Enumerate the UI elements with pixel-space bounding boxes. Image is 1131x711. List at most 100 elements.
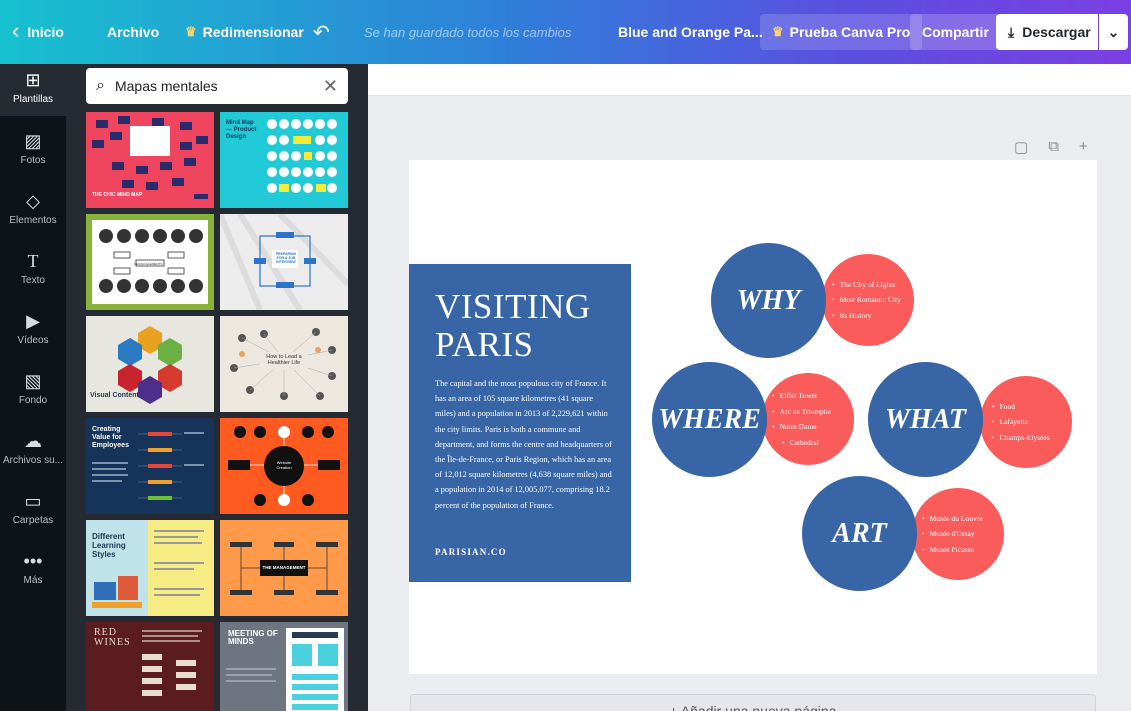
rail-item-elements[interactable]: ◇ Elementos [0,191,66,226]
template-thumbnail[interactable]: MEETING OF MINDS [220,622,348,711]
search-icon: ⌕ [96,77,105,94]
template-thumbnail[interactable]: Website Creation [220,418,348,514]
resize-label: Redimensionar [202,24,304,40]
art-details-circle[interactable]: Musée du Louvre Musée d'Orsay Musée Pica… [912,488,1004,580]
detail-item: Musée du Louvre [922,511,983,527]
template-caption: Mind Map — Product Design [226,120,257,140]
template-thumbnail[interactable]: Mind Map — Product Design [220,112,348,208]
note-icon[interactable]: ▢ [1014,138,1028,156]
template-caption: DESIGN ELEMENTS [134,262,163,266]
detail-item: Musée d'Orsay [922,526,983,542]
node-label: WHAT [885,403,966,435]
rail-item-label: Fondo [18,395,48,406]
template-thumbnail[interactable]: Different Learning Styles [86,520,214,616]
top-bar: ‹ Inicio Archivo ♛ Redimensionar ↶ Se ha… [0,0,1131,64]
download-label: Descargar [1022,24,1091,40]
title-line: PARIS [435,325,534,364]
rail-item-folders[interactable]: ▭ Carpetas [0,491,66,526]
more-icon: ••• [23,551,43,571]
rail-item-label: Texto [21,275,45,286]
why-circle[interactable]: WHY [711,243,826,358]
template-thumbnail[interactable]: THE MANAGEMENT [220,520,348,616]
try-pro-label: Prueba Canva Pro [789,24,911,40]
design-brand[interactable]: PARISIAN.CO [435,547,507,557]
folder-icon: ▭ [24,491,42,511]
search-input[interactable] [114,78,313,94]
template-caption: RED WINES [94,627,131,648]
detail-item: Champs-Elysées [992,430,1050,446]
home-button[interactable]: ‹ Inicio [12,0,64,64]
download-options-button[interactable]: ⌄ [1099,14,1128,50]
template-thumbnail[interactable]: THE CHIC MIND MAP [86,112,214,208]
template-thumbnail[interactable]: RED WINES [86,622,214,711]
rail-item-label: Plantillas [12,94,54,105]
rail-item-label: Más [23,575,43,586]
duplicate-page-icon[interactable]: ⧉ [1048,138,1059,156]
rail-item-background[interactable]: ▧ Fondo [0,371,66,406]
detail-item: Most Romantic City [832,292,901,308]
detail-item: Arc de Triomphe [772,404,831,420]
detail-list: The City of Lights Most Romantic City It… [832,277,901,324]
where-circle[interactable]: WHERE [652,362,767,477]
art-circle[interactable]: ART [802,476,917,591]
rail-item-videos[interactable]: ▶ Vídeos [0,311,66,346]
detail-list: Musée du Louvre Musée d'Orsay Musée Pica… [922,511,983,558]
shapes-icon: ◇ [26,191,40,211]
download-icon: ⤓ [1008,23,1015,40]
template-thumbnail[interactable]: How to Lead a Healthier Life [220,316,348,412]
photo-icon: ▨ [24,131,42,151]
detail-item: Cathedral [772,435,831,451]
template-thumbnail[interactable]: PREPARING FOR A JOB INTERVIEW [220,214,348,310]
rail-item-label: Archivos su... [2,455,64,466]
undo-icon: ↶ [313,21,330,44]
template-thumbnail[interactable]: Visual Content [86,316,214,412]
rail-item-templates[interactable]: ⊞ Plantillas [0,64,66,116]
detail-list: Food Lafayette Champs-Elysées [992,399,1050,446]
detail-list: Eiffel Tower Arc de Triomphe Notre Dame … [772,388,831,450]
document-title[interactable]: Blue and Orange Pa... [618,0,763,64]
add-page-button[interactable]: + Añadir una nueva página [410,694,1096,711]
template-caption: How to Lead a Healthier Life [266,354,302,366]
design-title[interactable]: VISITING PARIS [435,288,591,364]
template-caption: Visual Content [90,392,139,399]
detail-item: Eiffel Tower [772,388,831,404]
where-details-circle[interactable]: Eiffel Tower Arc de Triomphe Notre Dame … [762,373,854,465]
chevron-down-icon: ⌄ [1107,23,1120,40]
design-body-text[interactable]: The capital and the most populous city o… [435,376,615,513]
left-rail: ⊞ Plantillas ▨ Fotos ◇ Elementos T Texto… [0,64,66,711]
template-caption: PREPARING FOR A JOB INTERVIEW [275,252,297,264]
clear-search-icon[interactable]: ✕ [323,76,338,97]
template-icon: ⊞ [25,70,41,90]
rail-item-photos[interactable]: ▨ Fotos [0,131,66,166]
upload-cloud-icon: ☁ [24,431,42,451]
detail-item: Lafayette [992,414,1050,430]
undo-button[interactable]: ↶ [313,0,330,64]
rail-item-uploads[interactable]: ☁ Archivos su... [0,431,66,466]
text-icon: T [27,251,39,271]
chevron-left-icon: ‹ [12,18,20,43]
file-menu-button[interactable]: Archivo [107,0,159,64]
share-button[interactable]: Compartir [910,14,1001,50]
video-icon: ▶ [26,311,40,331]
try-pro-button[interactable]: ♛ Prueba Canva Pro [760,14,923,50]
home-label: Inicio [27,24,64,40]
add-page-icon[interactable]: + [1079,138,1088,156]
title-line: VISITING [435,287,591,326]
detail-item: Food [992,399,1050,415]
template-thumbnail[interactable]: DESIGN ELEMENTS [86,214,214,310]
template-thumbnail[interactable]: Creating Value for Employees [86,418,214,514]
what-circle[interactable]: WHAT [868,362,983,477]
intro-block[interactable]: VISITING PARIS The capital and the most … [409,264,631,582]
download-button[interactable]: ⤓ Descargar [996,14,1098,50]
why-details-circle[interactable]: The City of Lights Most Romantic City It… [822,254,914,346]
detail-item: The City of Lights [832,277,901,293]
rail-item-label: Carpetas [12,515,54,526]
resize-button[interactable]: ♛ Redimensionar [185,0,304,64]
context-toolbar [368,64,1131,96]
page-tools: ▢ ⧉ + [1014,138,1088,156]
rail-item-more[interactable]: ••• Más [0,551,66,586]
node-label: ART [832,517,887,549]
what-details-circle[interactable]: Food Lafayette Champs-Elysées [980,376,1072,468]
rail-item-text[interactable]: T Texto [0,251,66,286]
detail-item: Musée Picasso [922,542,983,558]
